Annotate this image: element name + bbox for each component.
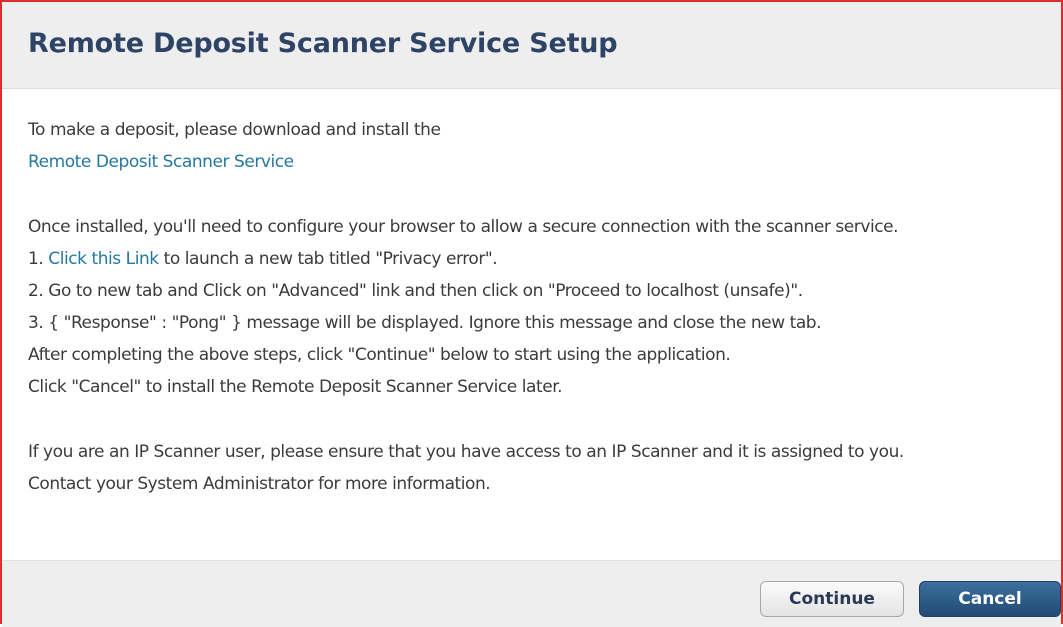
step-1-prefix: 1. <box>28 249 49 269</box>
intro-text: To make a deposit, please download and i… <box>28 120 441 140</box>
ip-scanner-note: If you are an IP Scanner user, please en… <box>28 442 904 462</box>
dialog-body: To make a deposit, please download and i… <box>28 114 1051 500</box>
cancel-hint-text: Click "Cancel" to install the Remote Dep… <box>28 377 563 397</box>
download-scanner-service-link[interactable]: Remote Deposit Scanner Service <box>28 152 294 172</box>
dialog-title: Remote Deposit Scanner Service Setup <box>28 28 618 59</box>
step-3: 3. { "Response" : "Pong" } message will … <box>28 313 822 333</box>
cancel-button[interactable]: Cancel <box>919 581 1061 617</box>
dialog-footer: Continue Cancel <box>2 560 1061 627</box>
dialog-header: Remote Deposit Scanner Service Setup <box>2 2 1061 89</box>
step-1-suffix: to launch a new tab titled "Privacy erro… <box>158 249 498 269</box>
scanner-setup-dialog: Remote Deposit Scanner Service Setup To … <box>0 0 1063 627</box>
configure-text: Once installed, you'll need to configure… <box>28 217 899 237</box>
continue-button[interactable]: Continue <box>760 581 904 617</box>
step-1: 1. Click this Link to launch a new tab t… <box>28 243 1051 275</box>
after-steps-text: After completing the above steps, click … <box>28 345 731 365</box>
contact-admin-text: Contact your System Administrator for mo… <box>28 474 491 494</box>
privacy-error-link[interactable]: Click this Link <box>48 249 159 269</box>
step-2: 2. Go to new tab and Click on "Advanced"… <box>28 281 803 301</box>
